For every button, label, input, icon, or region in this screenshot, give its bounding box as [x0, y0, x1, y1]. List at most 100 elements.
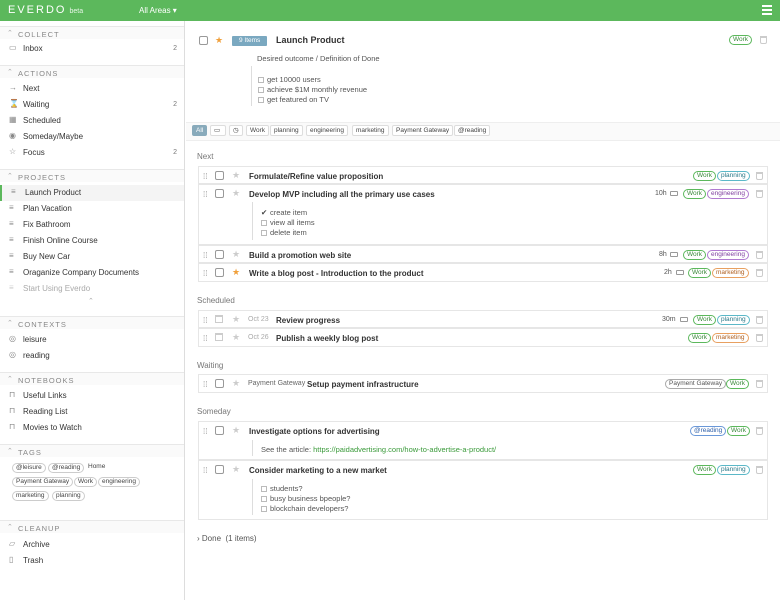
section-projects[interactable]: ⌃ PROJECTS — [0, 169, 184, 182]
drag-handle-icon[interactable]: ⁞⁞ — [203, 381, 207, 389]
hamburger-menu-icon[interactable] — [762, 5, 772, 15]
tag-pill[interactable]: Work — [693, 315, 717, 325]
tag-pill[interactable]: planning — [717, 315, 750, 325]
tag-leisure[interactable]: @leisure — [12, 463, 46, 473]
tag-pill[interactable]: planning — [717, 465, 750, 475]
sidebar-item-scheduled[interactable]: ▦ Scheduled — [0, 113, 184, 129]
tag-engineering[interactable]: engineering — [98, 477, 140, 487]
tag-pill[interactable]: engineering — [707, 250, 749, 260]
checklist-item[interactable]: ✔ create item — [261, 208, 307, 217]
tag-pill[interactable]: Work — [726, 379, 750, 389]
tag-pill[interactable]: Payment Gateway — [665, 379, 727, 389]
sidebar-item-trash[interactable]: ▯ Trash — [0, 553, 184, 569]
filter-engineering[interactable]: engineering — [306, 125, 348, 136]
task-checkbox[interactable] — [215, 379, 224, 388]
filter-planning[interactable]: planning — [270, 125, 303, 136]
sidebar-item-archive[interactable]: ▱ Archive — [0, 537, 184, 553]
sidebar-item-someday[interactable]: ◉ Someday/Maybe — [0, 129, 184, 145]
filter-all[interactable]: All — [192, 125, 208, 136]
project-title[interactable]: Launch Product — [276, 35, 345, 45]
section-cleanup[interactable]: ⌃ CLEANUP — [0, 520, 184, 533]
section-notebooks[interactable]: ⌃ NOTEBOOKS — [0, 372, 184, 385]
task-row[interactable]: ⁞⁞ ★ Payment Gateway Setup payment infra… — [198, 374, 768, 393]
section-contexts[interactable]: ⌃ CONTEXTS — [0, 316, 184, 329]
tag-pill[interactable]: marketing — [712, 333, 749, 343]
star-icon[interactable]: ★ — [232, 189, 240, 198]
tag-payment-gateway[interactable]: Payment Gateway — [12, 477, 74, 487]
drag-handle-icon[interactable]: ⁞⁞ — [203, 428, 207, 436]
sidebar-item-plan-vacation[interactable]: ≡ Plan Vacation — [0, 201, 184, 217]
trash-icon[interactable] — [756, 466, 763, 474]
sidebar-item-inbox[interactable]: ▭ Inbox 2 — [0, 41, 184, 57]
trash-icon[interactable] — [756, 427, 763, 435]
task-title[interactable]: Investigate options for advertising — [249, 427, 380, 436]
trash-icon[interactable] — [756, 251, 763, 259]
checklist-item[interactable]: busy business bpeople? — [261, 494, 350, 503]
sidebar-item-launch-product[interactable]: ≡ Launch Product — [0, 185, 184, 201]
task-checkbox[interactable] — [215, 171, 224, 180]
filter-work[interactable]: Work — [246, 125, 270, 136]
sidebar-item-online-course[interactable]: ≡ Finish Online Course — [0, 233, 184, 249]
trash-icon[interactable] — [760, 36, 767, 44]
star-icon[interactable]: ★ — [232, 171, 240, 180]
sidebar-item-leisure[interactable]: ◎ leisure — [0, 332, 184, 348]
sidebar-item-reading-list[interactable]: ⊓ Reading List — [0, 404, 184, 420]
task-title[interactable]: Build a promotion web site — [249, 251, 351, 260]
trash-icon[interactable] — [756, 316, 763, 324]
areas-dropdown[interactable]: All Areas ▾ — [139, 6, 177, 15]
trash-icon[interactable] — [756, 334, 763, 342]
trash-icon[interactable] — [756, 269, 763, 277]
tag-pill[interactable]: Work — [688, 333, 712, 343]
task-title[interactable]: Formulate/Refine value proposition — [249, 172, 383, 181]
checklist-item[interactable]: students? — [261, 484, 303, 493]
filter-reading[interactable]: @reading — [454, 125, 491, 136]
project-checklist-item[interactable]: get 10000 users — [258, 75, 321, 84]
task-checkbox[interactable] — [215, 268, 224, 277]
checklist-item[interactable]: view all items — [261, 218, 315, 227]
note-link[interactable]: https://paidadvertising.com/how-to-adver… — [313, 445, 496, 454]
section-collect[interactable]: ⌃ COLLECT — [0, 26, 184, 39]
task-checkbox[interactable] — [215, 189, 224, 198]
star-icon[interactable]: ★ — [232, 465, 240, 474]
task-row[interactable]: ⁞⁞ ★ Write a blog post - Introduction to… — [198, 263, 768, 282]
sidebar-item-waiting[interactable]: ⌛ Waiting 2 — [0, 97, 184, 113]
star-icon[interactable]: ★ — [232, 379, 240, 388]
drag-handle-icon[interactable]: ⁞⁞ — [203, 317, 207, 325]
tag-reading[interactable]: @reading — [48, 463, 85, 473]
star-icon[interactable]: ★ — [232, 315, 240, 324]
tag-pill[interactable]: @reading — [690, 426, 727, 436]
star-icon[interactable]: ★ — [232, 426, 240, 435]
task-title[interactable]: Consider marketing to a new market — [249, 466, 387, 475]
star-icon[interactable]: ★ — [232, 333, 240, 342]
drag-handle-icon[interactable]: ⁞⁞ — [203, 173, 207, 181]
tag-pill[interactable]: Work — [683, 189, 707, 199]
trash-icon[interactable] — [756, 380, 763, 388]
task-checkbox[interactable] — [215, 250, 224, 259]
drag-handle-icon[interactable]: ⁞⁞ — [203, 467, 207, 475]
sidebar-item-movies[interactable]: ⊓ Movies to Watch — [0, 420, 184, 436]
task-title[interactable]: Publish a weekly blog post — [276, 334, 378, 343]
task-title[interactable]: Develop MVP including all the primary us… — [249, 190, 435, 199]
tag-home[interactable]: Home — [85, 463, 109, 473]
task-row[interactable]: ⁞⁞ ★ Investigate options for advertising… — [198, 421, 768, 460]
project-checklist-item[interactable]: get featured on TV — [258, 95, 329, 104]
star-icon[interactable]: ★ — [215, 36, 223, 45]
trash-icon[interactable] — [756, 172, 763, 180]
checklist-item[interactable]: blockchain developers? — [261, 504, 348, 513]
tag-marketing[interactable]: marketing — [12, 491, 49, 501]
project-tag-work[interactable]: Work — [729, 35, 753, 45]
project-checklist-item[interactable]: achieve $1M monthly revenue — [258, 85, 367, 94]
sidebar-item-useful-links[interactable]: ⊓ Useful Links — [0, 388, 184, 404]
sidebar-item-fix-bathroom[interactable]: ≡ Fix Bathroom — [0, 217, 184, 233]
collapse-chevron-icon[interactable]: ⌃ — [88, 297, 94, 305]
calendar-icon[interactable] — [215, 315, 223, 323]
drag-handle-icon[interactable]: ⁞⁞ — [203, 270, 207, 278]
tag-pill[interactable]: engineering — [707, 189, 749, 199]
sidebar-item-reading[interactable]: ◎ reading — [0, 348, 184, 364]
filter-clock-icon[interactable]: ◷ — [229, 125, 243, 136]
trash-icon[interactable] — [756, 190, 763, 198]
tag-pill[interactable]: Work — [693, 171, 717, 181]
sidebar-item-company-docs[interactable]: ≡ Oraganize Company Documents — [0, 265, 184, 281]
star-icon[interactable]: ★ — [232, 268, 240, 277]
tag-planning[interactable]: planning — [52, 491, 85, 501]
